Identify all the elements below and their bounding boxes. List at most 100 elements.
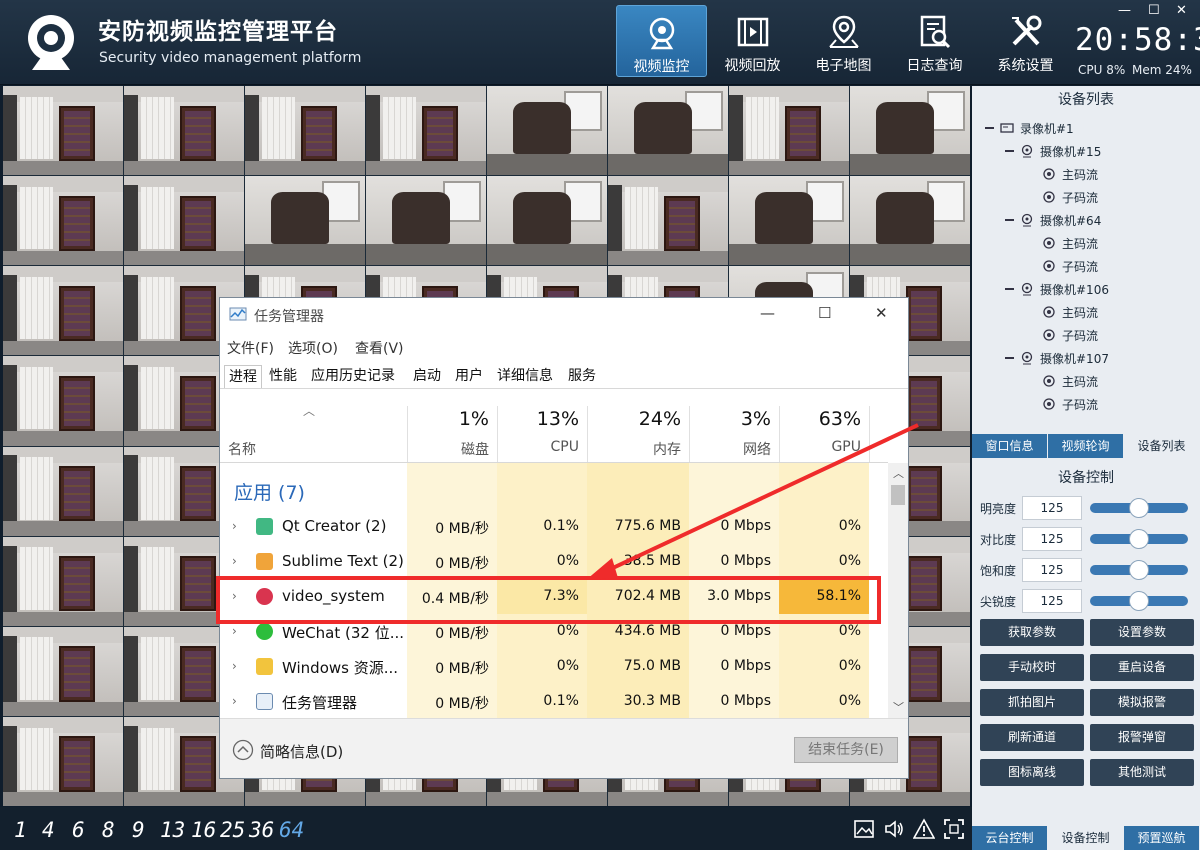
gpu-column-header[interactable]: GPU (779, 439, 861, 455)
sort-ascending-icon[interactable]: ︿ (303, 402, 315, 419)
tab-details[interactable]: 详细信息 (497, 365, 553, 389)
tab-performance[interactable]: 性能 (269, 365, 297, 389)
tree-camera[interactable]: 摄像机#15 (1004, 140, 1101, 162)
video-cell[interactable] (3, 86, 123, 176)
tab-startup[interactable]: 启动 (413, 365, 441, 389)
video-cell[interactable] (3, 176, 123, 266)
video-cell[interactable] (608, 86, 728, 176)
network-percent[interactable]: 3% (689, 408, 771, 430)
contrast-value[interactable]: 125 (1022, 527, 1082, 551)
tree-stream[interactable]: 主码流 (1042, 232, 1098, 254)
video-cell[interactable] (729, 176, 849, 266)
video-cell[interactable] (366, 176, 486, 266)
memory-percent[interactable]: 24% (587, 408, 681, 430)
column-name-header[interactable]: 名称 (228, 439, 256, 459)
layout-option-36[interactable]: 36 (249, 818, 274, 842)
set-params-button[interactable]: 设置参数 (1090, 619, 1194, 646)
network-column-header[interactable]: 网络 (689, 439, 771, 459)
slider-thumb[interactable] (1129, 591, 1149, 611)
icon-offline-button[interactable]: 图标离线 (980, 759, 1084, 786)
collapse-icon[interactable] (984, 123, 994, 133)
slider-thumb[interactable] (1129, 498, 1149, 518)
maximize-icon[interactable]: ☐ (818, 304, 831, 322)
minimize-icon[interactable]: — (1118, 3, 1131, 18)
close-icon[interactable]: ✕ (875, 304, 888, 322)
tree-camera[interactable]: 摄像机#106 (1004, 278, 1109, 300)
collapse-up-icon[interactable] (232, 739, 254, 761)
nav-log-query[interactable]: 日志查询 (889, 5, 980, 77)
reboot-device-button[interactable]: 重启设备 (1090, 654, 1194, 681)
tab-device-control[interactable]: 设备控制 (1048, 826, 1124, 850)
tab-ptz-control[interactable]: 云台控制 (972, 826, 1048, 850)
disk-percent[interactable]: 1% (407, 408, 489, 430)
video-cell[interactable] (3, 266, 123, 356)
scroll-up-icon[interactable]: ︿ (893, 465, 904, 481)
tree-camera[interactable]: 摄像机#64 (1004, 209, 1101, 231)
contrast-slider[interactable] (1090, 529, 1188, 549)
table-row[interactable]: › Sublime Text (2) 0 MB/秒 0% 38.5 MB 0 M… (220, 544, 888, 579)
video-cell[interactable] (245, 86, 365, 176)
tab-users[interactable]: 用户 (455, 365, 483, 389)
video-cell[interactable] (850, 86, 970, 176)
expand-chevron-icon[interactable]: › (232, 624, 237, 638)
layout-option-9[interactable]: 9 (132, 818, 145, 842)
video-cell[interactable] (366, 86, 486, 176)
tree-stream[interactable]: 主码流 (1042, 370, 1098, 392)
video-cell[interactable] (487, 86, 607, 176)
tab-video-polling[interactable]: 视频轮询 (1048, 434, 1124, 458)
nav-video-playback[interactable]: 视频回放 (707, 5, 798, 77)
gpu-percent[interactable]: 63% (779, 408, 861, 430)
alarm-popup-button[interactable]: 报警弹窗 (1090, 724, 1194, 751)
saturation-slider[interactable] (1090, 560, 1188, 580)
get-params-button[interactable]: 获取参数 (980, 619, 1084, 646)
cpu-percent[interactable]: 13% (497, 408, 579, 430)
table-row[interactable]: › Qt Creator (2) 0 MB/秒 0.1% 775.6 MB 0 … (220, 509, 888, 544)
brightness-slider[interactable] (1090, 498, 1188, 518)
video-cell[interactable] (3, 446, 123, 536)
video-cell[interactable] (3, 536, 123, 626)
memory-column-header[interactable]: 内存 (587, 439, 681, 459)
expand-chevron-icon[interactable]: › (232, 694, 237, 708)
video-cell[interactable] (124, 86, 244, 176)
slider-thumb[interactable] (1129, 529, 1149, 549)
video-cell[interactable] (608, 176, 728, 266)
video-cell[interactable] (124, 176, 244, 266)
layout-option-6[interactable]: 6 (72, 818, 85, 842)
tab-preset-cruise[interactable]: 预置巡航 (1124, 826, 1200, 850)
maximize-icon[interactable]: ☐ (1148, 3, 1160, 18)
saturation-value[interactable]: 125 (1022, 558, 1082, 582)
video-cell[interactable] (850, 176, 970, 266)
video-cell[interactable] (3, 716, 123, 806)
fewer-details-link[interactable]: 简略信息(D) (260, 741, 343, 762)
collapse-icon[interactable] (1004, 146, 1014, 156)
video-cell[interactable] (245, 176, 365, 266)
nav-system-settings[interactable]: 系统设置 (980, 5, 1071, 77)
scrollbar[interactable]: ︿ ﹀ (888, 463, 908, 718)
scroll-thumb[interactable] (891, 485, 905, 505)
disk-column-header[interactable]: 磁盘 (407, 439, 489, 459)
video-cell[interactable] (3, 626, 123, 716)
tab-window-info[interactable]: 窗口信息 (972, 434, 1048, 458)
sharpness-slider[interactable] (1090, 591, 1188, 611)
alarm-warning-icon[interactable] (913, 818, 935, 840)
menu-file[interactable]: 文件(F) (227, 338, 274, 358)
video-cell[interactable] (729, 86, 849, 176)
tree-recorder[interactable]: 录像机#1 (984, 117, 1074, 139)
tree-stream[interactable]: 子码流 (1042, 255, 1098, 277)
collapse-icon[interactable] (1004, 215, 1014, 225)
tree-stream[interactable]: 主码流 (1042, 163, 1098, 185)
layout-option-25[interactable]: 25 (220, 818, 245, 842)
manual-time-sync-button[interactable]: 手动校时 (980, 654, 1084, 681)
snapshot-button[interactable]: 抓拍图片 (980, 689, 1084, 716)
task-manager-titlebar[interactable]: 任务管理器 — ☐ ✕ (220, 298, 908, 330)
layout-option-1[interactable]: 1 (14, 818, 27, 842)
layout-option-8[interactable]: 8 (102, 818, 115, 842)
slider-thumb[interactable] (1129, 560, 1149, 580)
layout-option-4[interactable]: 4 (42, 818, 55, 842)
expand-chevron-icon[interactable]: › (232, 519, 237, 533)
scroll-down-icon[interactable]: ﹀ (893, 699, 904, 715)
tab-processes[interactable]: 进程 (224, 365, 262, 389)
tree-stream[interactable]: 子码流 (1042, 324, 1098, 346)
collapse-icon[interactable] (1004, 284, 1014, 294)
tree-stream[interactable]: 子码流 (1042, 186, 1098, 208)
